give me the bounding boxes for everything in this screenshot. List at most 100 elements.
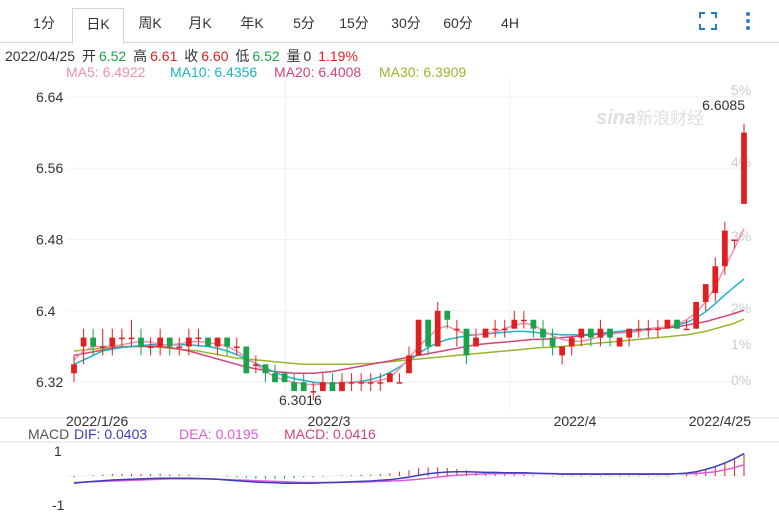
candle-body: [683, 328, 690, 331]
candle: [386, 373, 393, 383]
candle-body: [568, 337, 575, 347]
candle: [300, 373, 307, 392]
pct-tick-label: 4%: [731, 154, 751, 170]
candle: [262, 364, 269, 383]
candle-body: [329, 382, 336, 392]
watermark-name: 新浪财经: [636, 109, 704, 128]
candle: [492, 319, 499, 338]
candle-body: [80, 337, 87, 347]
y-tick-label: 6.48: [36, 232, 63, 248]
macd-tick-label: 1: [54, 443, 62, 459]
candle: [166, 337, 173, 356]
candle-body: [281, 373, 288, 383]
candle-body: [147, 346, 154, 349]
sina-watermark: sina 新浪财经: [596, 107, 704, 129]
candle: [71, 355, 77, 383]
candle: [674, 319, 680, 329]
candle: [214, 337, 221, 356]
candle: [281, 373, 288, 383]
candle-body: [540, 328, 546, 338]
candle-body: [233, 346, 240, 349]
kline-chart[interactable]: sina 新浪财经6.646.566.486.46.325%4%3%2%1%0%2…: [0, 0, 779, 513]
candle-body: [520, 319, 527, 322]
candle-body: [262, 364, 269, 374]
candle-body: [482, 328, 489, 338]
candle: [549, 328, 556, 356]
candle-body: [128, 337, 135, 340]
candle-body: [214, 337, 221, 347]
candle-body: [635, 328, 642, 331]
candle-body: [501, 328, 508, 331]
x-tick-label: 2022/4: [554, 413, 597, 429]
candle: [741, 123, 747, 204]
candle-body: [559, 346, 566, 356]
candle: [511, 310, 518, 329]
candle: [520, 310, 527, 329]
candle-body: [702, 284, 709, 302]
candle-body: [99, 346, 106, 349]
candle-body: [549, 337, 556, 347]
candle-body: [492, 328, 499, 331]
candle-body: [578, 328, 585, 338]
candle: [607, 328, 613, 347]
candle: [482, 328, 489, 338]
candle-body: [138, 337, 144, 347]
candle: [138, 328, 144, 356]
candle-body: [243, 346, 250, 374]
candle-body: [90, 337, 97, 347]
candle: [559, 346, 566, 365]
candle: [176, 337, 183, 356]
candle: [348, 373, 355, 392]
candle-body: [741, 132, 747, 204]
candle-body: [195, 337, 202, 340]
candle-body: [205, 337, 211, 347]
candle: [712, 257, 719, 302]
candle: [434, 301, 441, 347]
candle: [243, 346, 250, 374]
candle-body: [453, 328, 460, 331]
x-tick-label: 2022/4/25: [689, 413, 751, 429]
candle: [473, 328, 479, 347]
candle: [453, 319, 460, 347]
candle-body: [185, 337, 192, 347]
candle-body: [473, 337, 479, 347]
candle: [463, 328, 470, 365]
candle: [147, 337, 154, 356]
candle: [224, 337, 231, 356]
candle: [272, 364, 278, 383]
candle-body: [166, 337, 173, 347]
candle: [195, 328, 202, 347]
candle-body: [645, 328, 652, 331]
candle: [635, 319, 642, 338]
candle-body: [597, 328, 604, 338]
watermark-brand: sina: [596, 107, 636, 129]
candle-body: [224, 337, 231, 347]
candle-body: [425, 319, 432, 347]
candle: [540, 319, 546, 347]
candle-body: [339, 382, 345, 392]
candle-body: [712, 266, 719, 294]
candle: [664, 319, 671, 329]
candle-body: [434, 310, 441, 347]
candle: [415, 319, 422, 356]
candle: [616, 337, 623, 347]
candle-body: [157, 337, 164, 347]
candle-body: [511, 319, 518, 329]
y-tick-label: 6.4: [36, 303, 56, 319]
candle-body: [406, 355, 412, 374]
candle: [654, 319, 661, 338]
candle-body: [358, 382, 365, 384]
candle-body: [109, 337, 116, 347]
candle-body: [626, 328, 633, 338]
candle: [339, 373, 345, 392]
candle-body: [348, 382, 355, 384]
candle-body: [607, 328, 613, 338]
candle-body: [444, 310, 451, 320]
y-tick-label: 6.56: [36, 160, 63, 176]
candle-body: [300, 382, 307, 392]
candle: [721, 221, 728, 276]
candle-body: [377, 382, 384, 384]
candle-body: [530, 319, 537, 329]
macd-tick-label: -1: [52, 497, 65, 513]
pct-tick-label: 1%: [731, 336, 751, 352]
